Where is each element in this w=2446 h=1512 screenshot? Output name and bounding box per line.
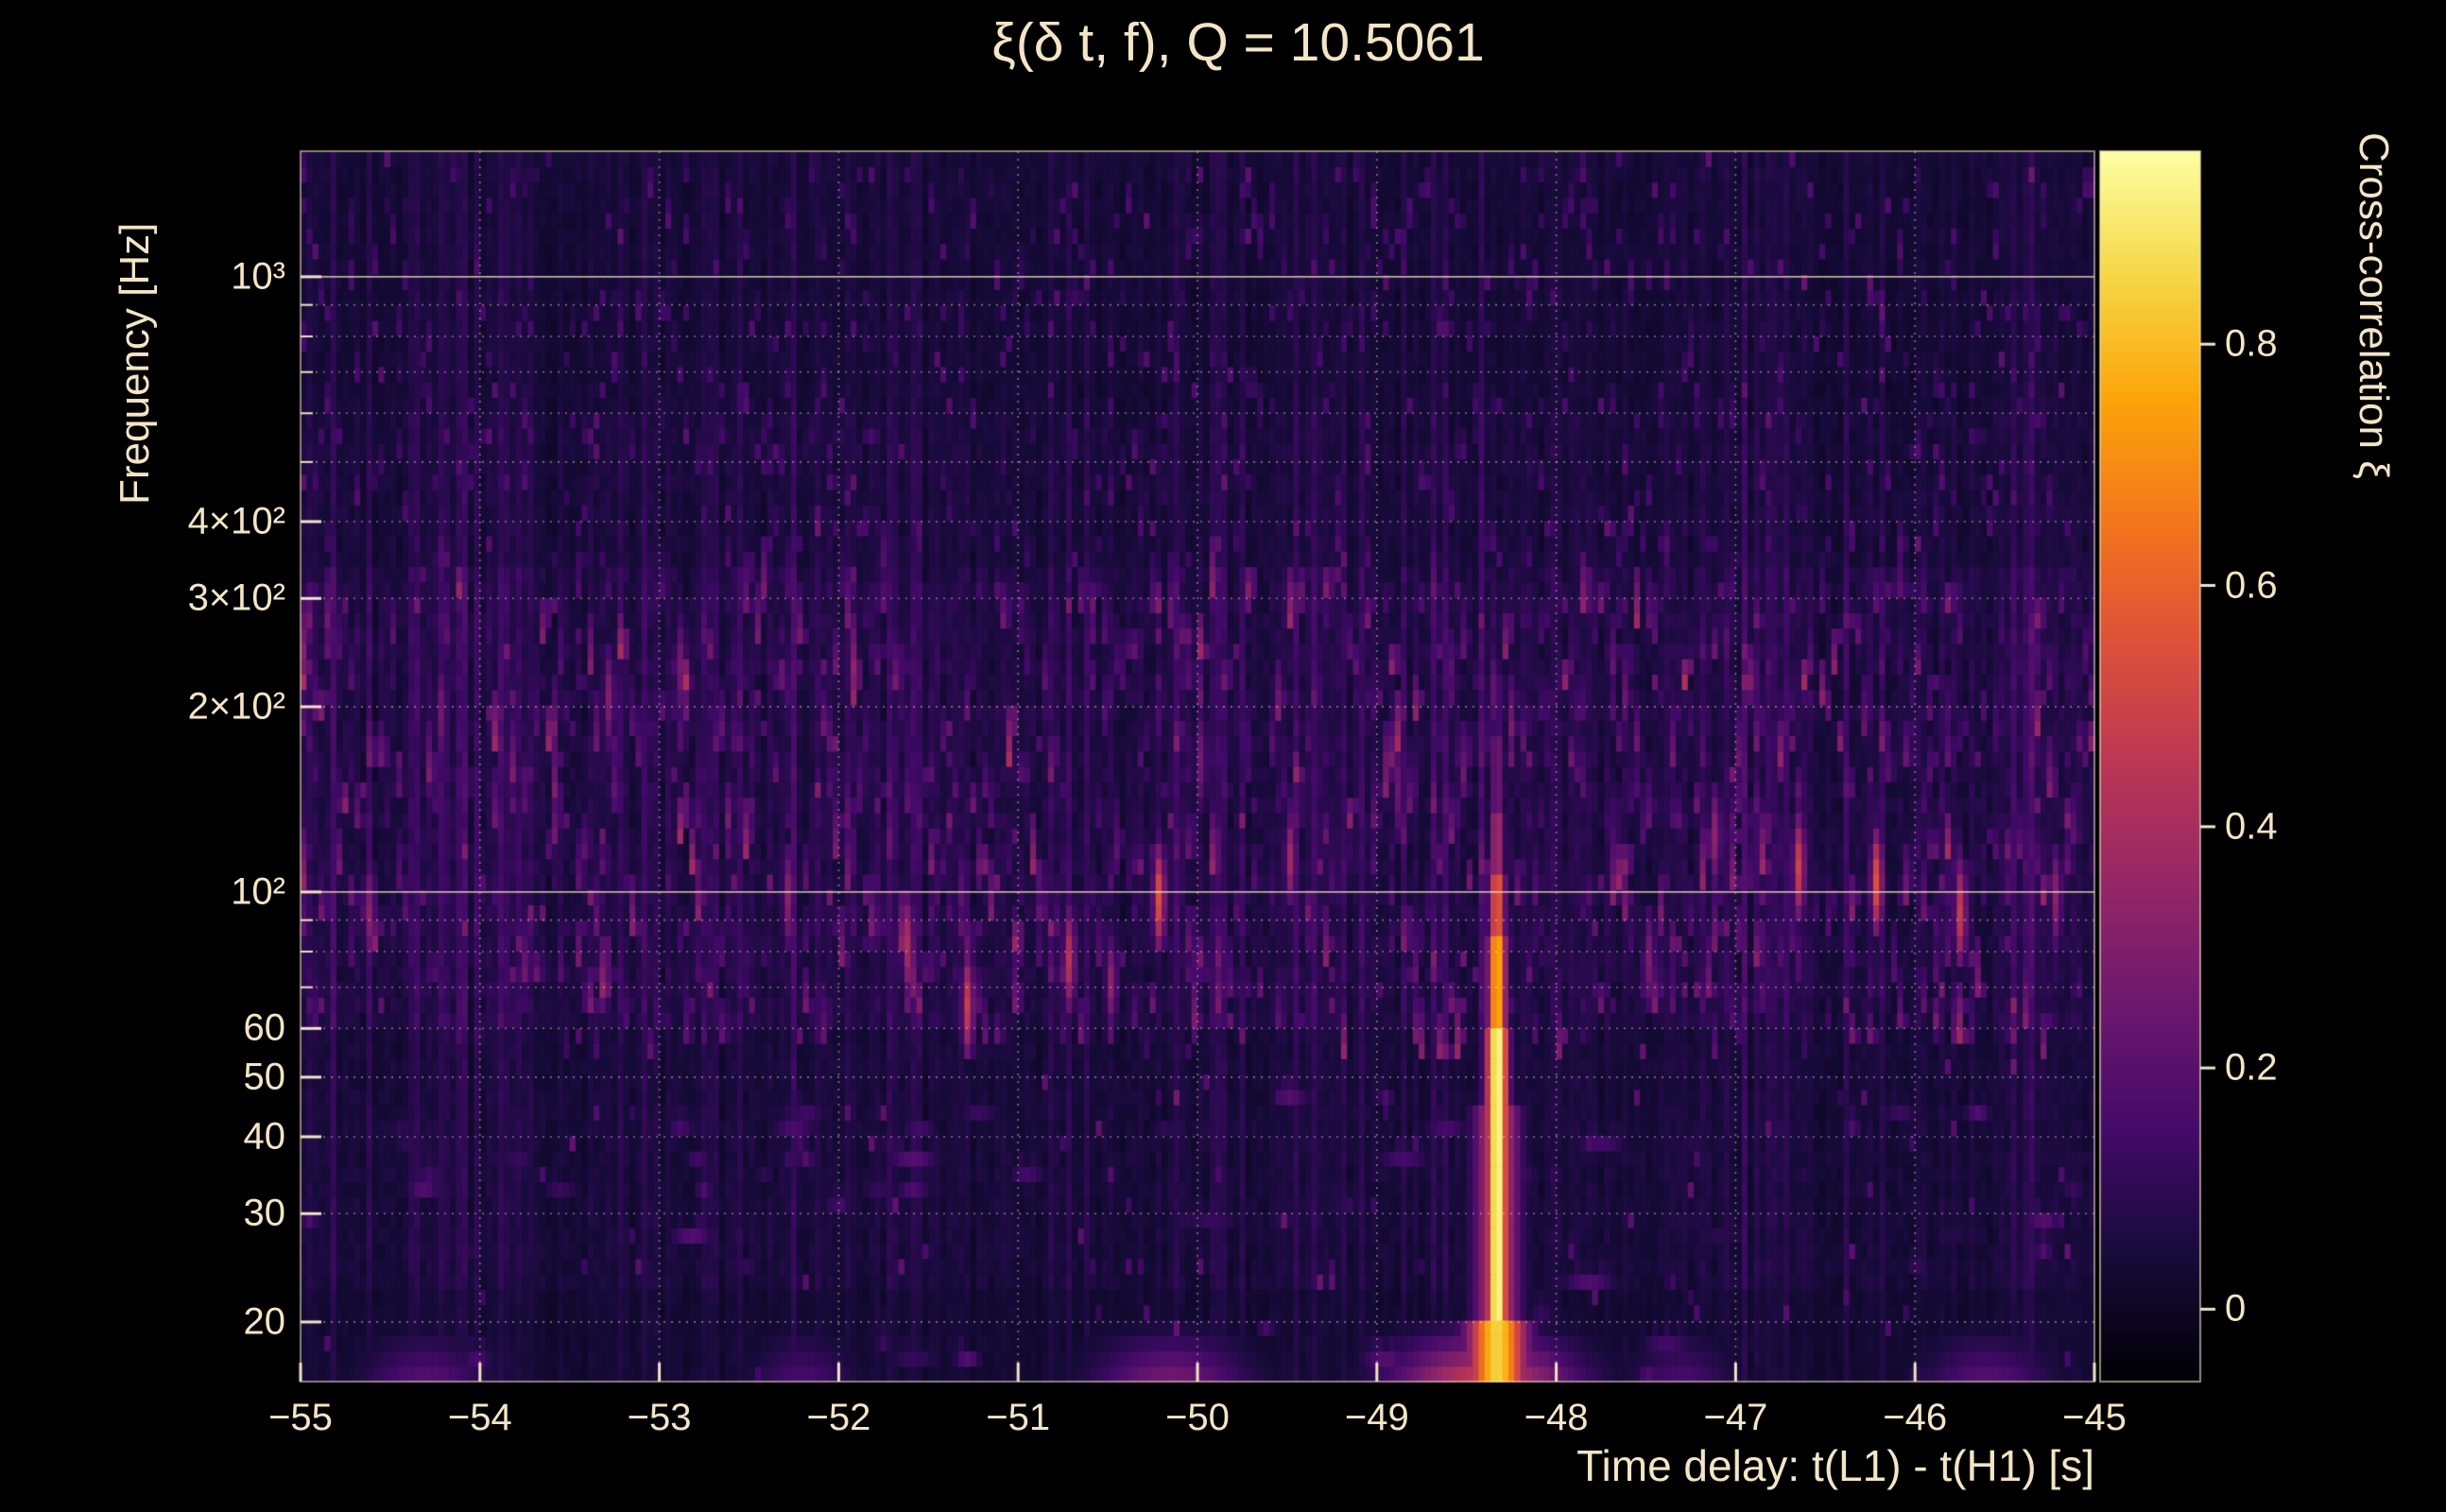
colorbar-tick-label: 0.6 [2225, 564, 2278, 607]
y-tick-label: 10² [231, 870, 285, 913]
y-tick-label: 20 [243, 1300, 286, 1343]
y-tick-label: 10³ [231, 255, 285, 298]
colorbar-tick-label: 0.8 [2225, 322, 2278, 365]
y-tick-label: 40 [243, 1115, 286, 1158]
x-tick-label: −52 [806, 1397, 871, 1438]
colorbar-tick-label: 0 [2225, 1287, 2247, 1330]
colorbar-tick-label: 0.2 [2225, 1046, 2278, 1089]
tick-labels-layer: −55 −54 −53 −52 −51 −50 −49 −48 −47 −46 −45 20 30 40 5… [0, 0, 2446, 1512]
y-tick-label: 30 [243, 1192, 286, 1234]
y-tick-label: 3×10² [187, 576, 285, 619]
x-tick-label: −50 [1165, 1397, 1230, 1438]
y-tick-label: 4×10² [187, 500, 285, 542]
x-tick-label: −47 [1703, 1397, 1768, 1438]
cross-correlation-spectrogram-figure: ξ(δ t, f), Q = 10.5061 Frequency [Hz] Ti… [0, 0, 2446, 1512]
x-tick-label: −51 [986, 1397, 1051, 1438]
x-tick-label: −45 [2062, 1397, 2127, 1438]
x-tick-label: −55 [268, 1397, 333, 1438]
x-tick-label: −53 [627, 1397, 692, 1438]
y-tick-label: 2×10² [187, 685, 285, 728]
x-tick-label: −54 [447, 1397, 512, 1438]
y-tick-label: 50 [243, 1056, 286, 1098]
x-tick-label: −49 [1344, 1397, 1409, 1438]
x-tick-label: −48 [1524, 1397, 1589, 1438]
x-tick-label: −46 [1883, 1397, 1948, 1438]
colorbar-tick-label: 0.4 [2225, 805, 2278, 848]
y-tick-label: 60 [243, 1006, 286, 1049]
